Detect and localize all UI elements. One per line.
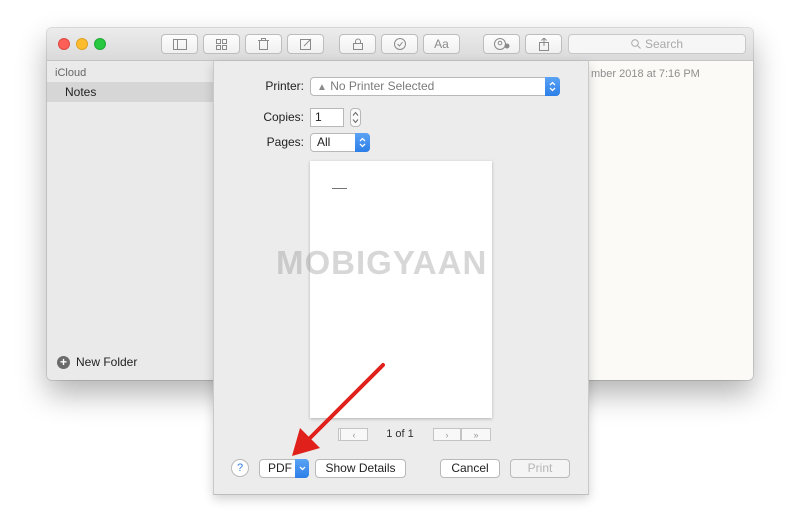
annotation-arrow bbox=[292, 363, 385, 456]
